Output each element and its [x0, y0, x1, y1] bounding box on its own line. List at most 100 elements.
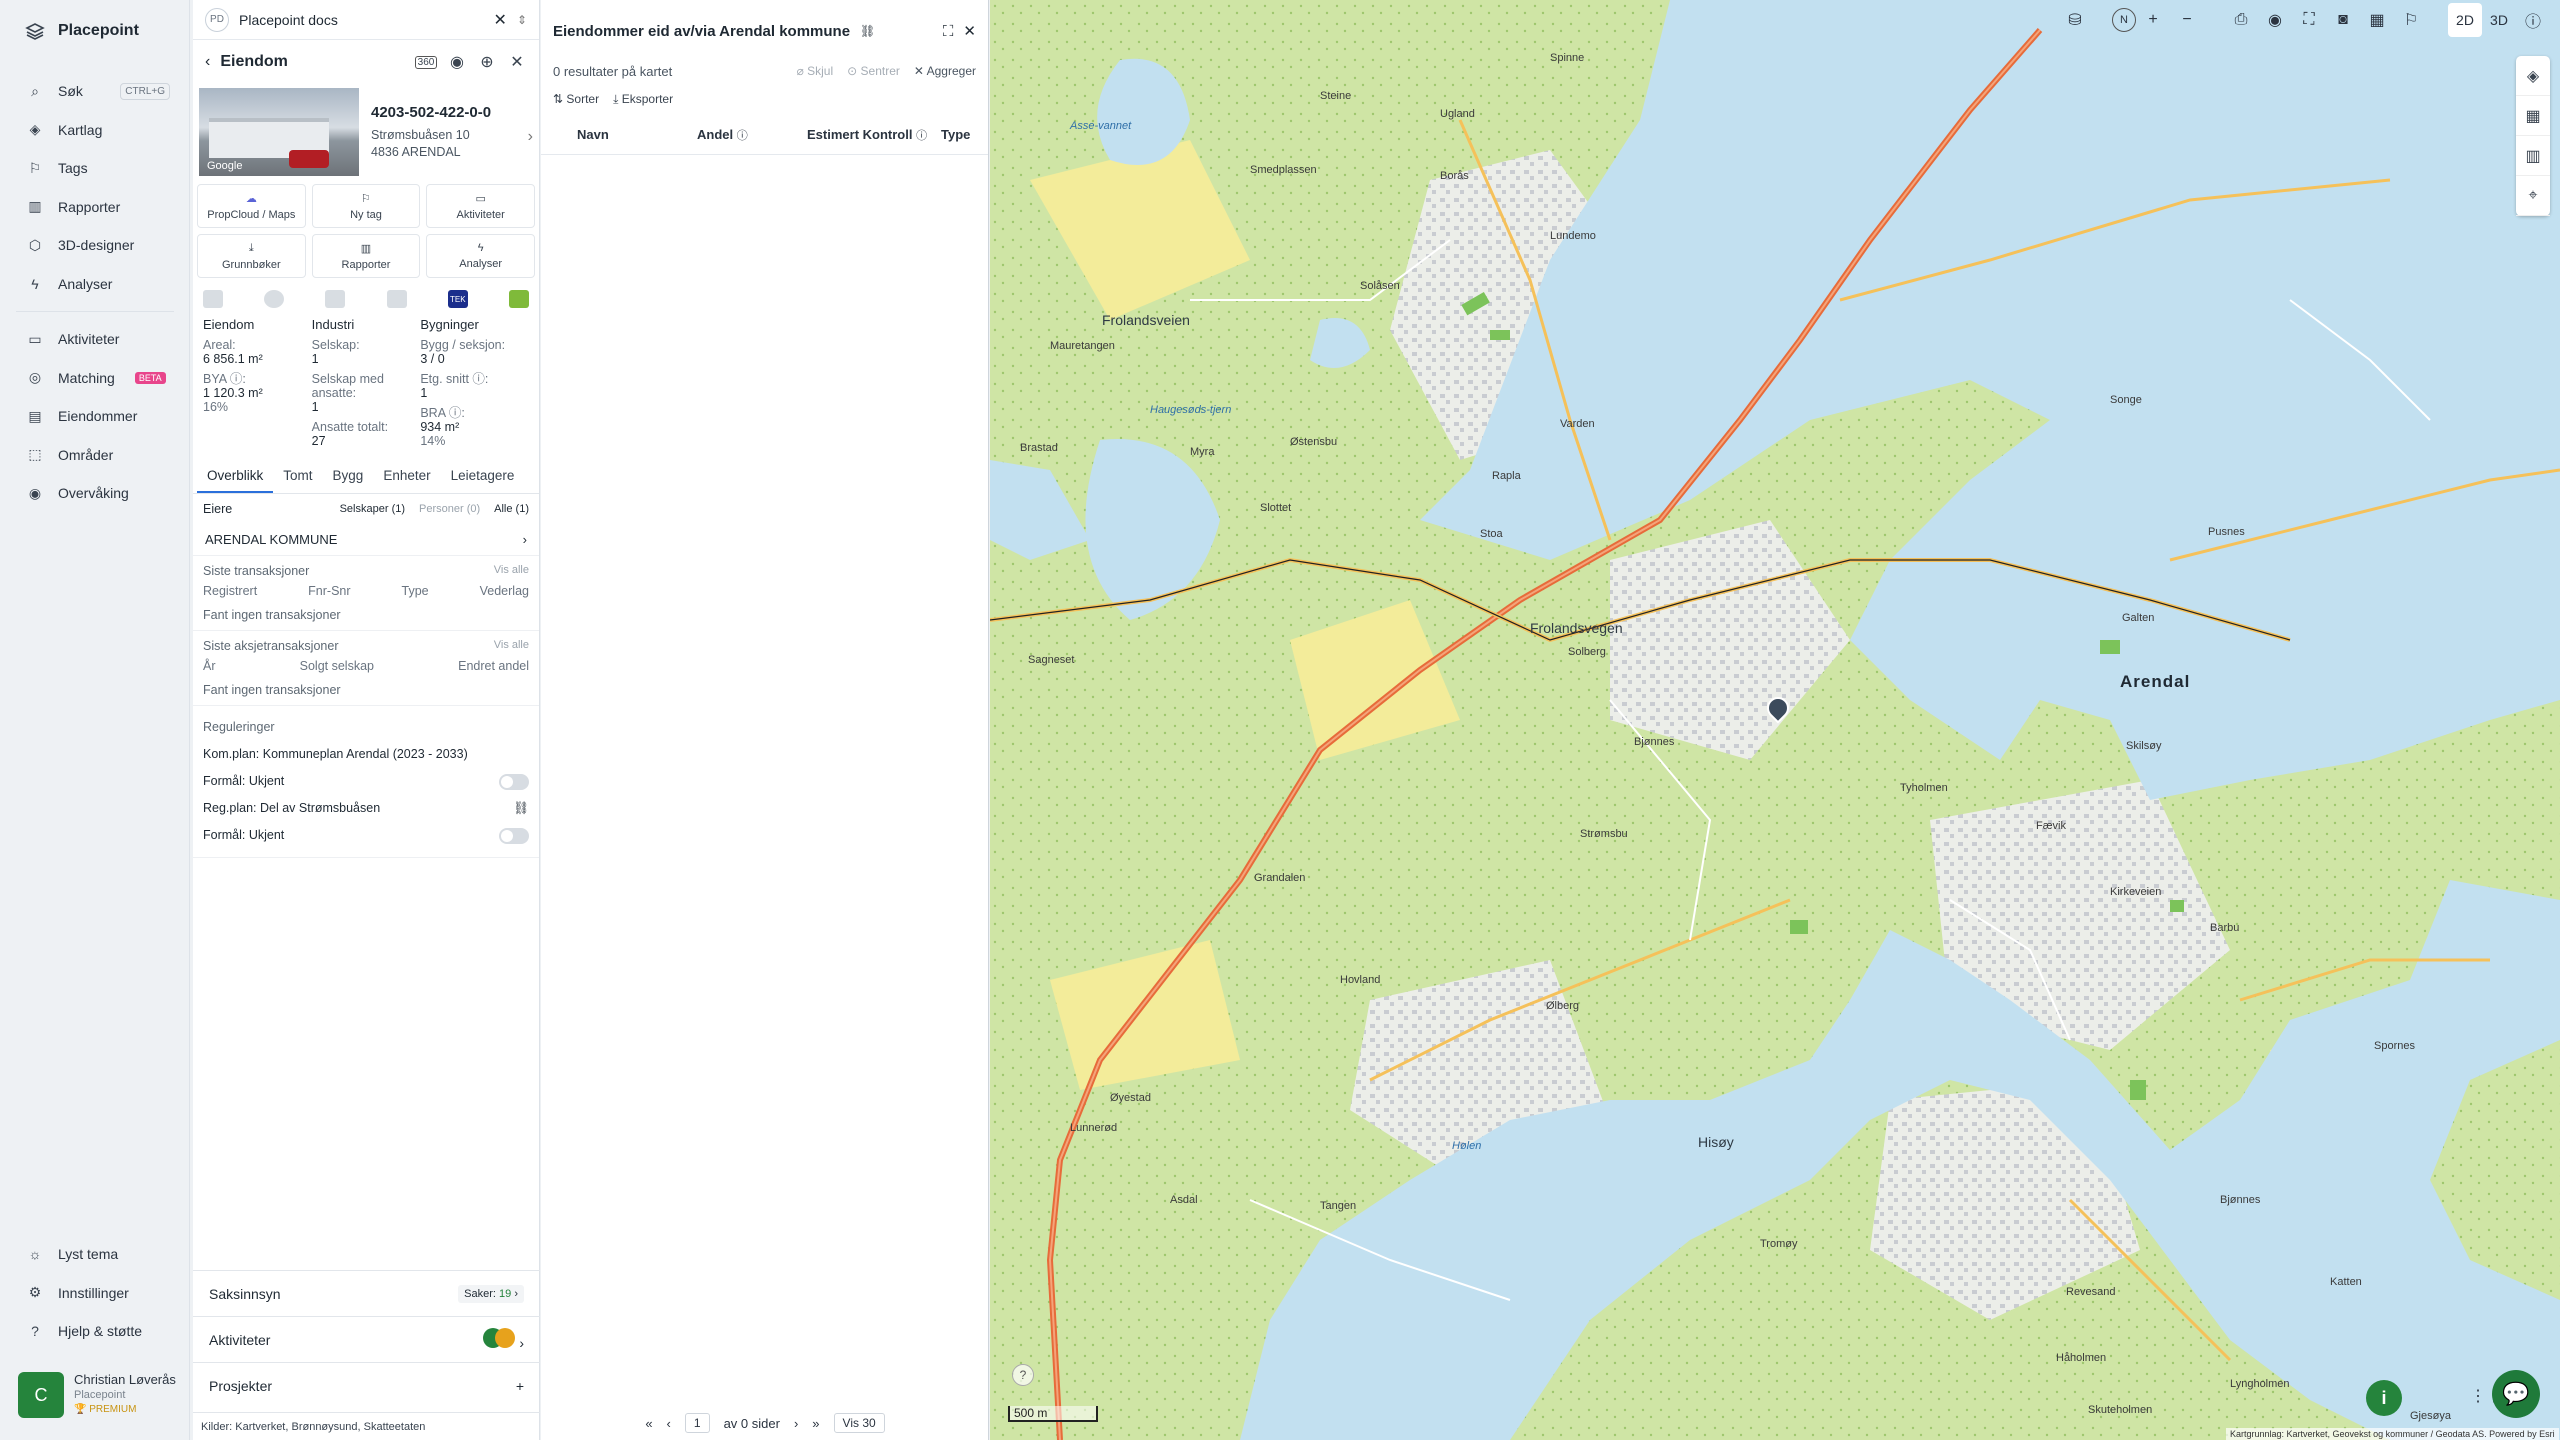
- last-page-icon[interactable]: »: [812, 1416, 819, 1431]
- bookmark-icon[interactable]: ⚐: [2394, 3, 2428, 37]
- tab-enheter[interactable]: Enheter: [373, 460, 440, 493]
- fullscreen-icon[interactable]: ⛶: [2292, 3, 2326, 37]
- activities-button[interactable]: ▭ Aktiviteter: [426, 184, 535, 228]
- filter-companies[interactable]: Selskaper (1): [340, 503, 405, 515]
- nav-item-rapporter[interactable]: ▥ Rapporter: [0, 188, 190, 227]
- mode-2d-button[interactable]: 2D: [2448, 3, 2482, 37]
- road-icon[interactable]: ▦: [2516, 96, 2550, 136]
- nav-item-settings[interactable]: ⚙ Innstillinger: [0, 1274, 190, 1313]
- link-icon[interactable]: ⛓: [860, 24, 875, 38]
- col-type[interactable]: Type: [933, 127, 970, 142]
- col-estimert-kontroll[interactable]: Estimert Kontroll ⓘ: [793, 127, 933, 143]
- view-all-link[interactable]: Vis alle: [494, 639, 529, 653]
- page-count: av 0 sider: [723, 1415, 780, 1431]
- page-input[interactable]: 1: [684, 1413, 710, 1433]
- nav-item-eiendommer[interactable]: ▤ Eiendommer: [0, 397, 190, 436]
- tier-label: PREMIUM: [89, 1404, 137, 1415]
- reports-button[interactable]: ▥ Rapporter: [311, 234, 421, 278]
- eye-icon[interactable]: ◉: [2258, 3, 2292, 37]
- prosjekter-section[interactable]: Prosjekter +: [193, 1362, 540, 1408]
- center-button[interactable]: ⊙ Sentrer: [847, 64, 900, 78]
- add-icon[interactable]: +: [516, 1378, 524, 1394]
- nav-item-matching[interactable]: ◎ Matching BETA: [0, 359, 190, 398]
- map-help-icon[interactable]: ?: [1012, 1364, 1034, 1386]
- chevron-updown-icon[interactable]: ⇕: [517, 13, 527, 27]
- nav-item-search[interactable]: ⌕ Søk CTRL+G: [0, 72, 190, 111]
- nav-item-3d-designer[interactable]: ⬡ 3D-designer: [0, 226, 190, 265]
- measure-icon[interactable]: ⌖: [2516, 176, 2550, 216]
- nav-item-omrader[interactable]: ⬚ Områder: [0, 436, 190, 475]
- chevron-right-icon[interactable]: ›: [528, 128, 533, 146]
- grid-icon[interactable]: ▦: [2360, 3, 2394, 37]
- tab-tomt[interactable]: Tomt: [273, 460, 322, 493]
- owner-row[interactable]: ARENDAL KOMMUNE ›: [193, 524, 539, 556]
- tab-overblikk[interactable]: Overblikk: [197, 460, 274, 493]
- new-tag-button[interactable]: ⚐ Ny tag: [311, 184, 421, 228]
- user-profile[interactable]: C Christian Løverås Placepoint 🏆 PREMIUM: [18, 1372, 176, 1418]
- first-page-icon[interactable]: «: [645, 1416, 652, 1431]
- energy-icon[interactable]: [508, 290, 529, 308]
- mode-3d-button[interactable]: 3D: [2482, 3, 2516, 37]
- info-button[interactable]: i: [2366, 1380, 2402, 1416]
- close-icon[interactable]: ✕: [963, 22, 976, 40]
- nav-item-tags[interactable]: ⚐ Tags: [0, 149, 190, 188]
- next-page-icon[interactable]: ›: [794, 1416, 798, 1431]
- print-icon[interactable]: ⎙: [2224, 3, 2258, 37]
- source-icon[interactable]: [264, 290, 285, 308]
- nav-item-theme[interactable]: ☼ Lyst tema: [0, 1235, 190, 1274]
- zoom-out-icon[interactable]: −: [2170, 3, 2204, 37]
- chart-icon[interactable]: ▥: [2516, 136, 2550, 176]
- hide-button[interactable]: ⌀ Skjul: [797, 64, 834, 78]
- add-icon[interactable]: ⊕: [477, 52, 497, 72]
- filter-all[interactable]: Alle (1): [494, 503, 529, 515]
- view-all-link[interactable]: Vis alle: [494, 564, 529, 578]
- formal-toggle[interactable]: [499, 773, 529, 790]
- property-card[interactable]: Google 4203-502-422-0-0 Strømsbuåsen 10 4…: [193, 84, 539, 176]
- nav-item-help[interactable]: ? Hjelp & støtte: [0, 1312, 190, 1351]
- aggregate-button[interactable]: ✕ Aggreger: [914, 64, 976, 78]
- 360-icon[interactable]: 360: [415, 55, 437, 69]
- export-button[interactable]: ⤓ Eksporter: [613, 92, 673, 107]
- col-andel[interactable]: Andel ⓘ: [673, 127, 793, 143]
- aktiviteter-section[interactable]: Aktiviteter ›: [193, 1316, 540, 1362]
- formal-toggle[interactable]: [499, 827, 529, 844]
- camera-icon[interactable]: ◙: [2326, 3, 2360, 37]
- north-icon[interactable]: N: [2112, 8, 2136, 32]
- nav-item-overvaking[interactable]: ◉ Overvåking: [0, 474, 190, 513]
- tek-icon[interactable]: TEK: [447, 290, 468, 308]
- nav-item-aktiviteter[interactable]: ▭ Aktiviteter: [0, 320, 190, 359]
- map-side-controls: ◈ ▦ ▥ ⌖: [2516, 56, 2550, 216]
- close-icon[interactable]: ✕: [507, 52, 527, 72]
- prev-page-icon[interactable]: ‹: [667, 1416, 671, 1431]
- grunnboker-button[interactable]: ⤓ Grunnbøker: [197, 234, 306, 278]
- back-icon[interactable]: ‹: [205, 53, 210, 71]
- info-icon[interactable]: ⓘ: [2516, 3, 2550, 37]
- tab-leietagere[interactable]: Leietagere: [441, 460, 525, 493]
- docs-tab-title[interactable]: Placepoint docs: [239, 12, 338, 28]
- analyses-button[interactable]: ϟ Analyser: [426, 234, 535, 278]
- source-icon[interactable]: [203, 290, 223, 308]
- filter-icon[interactable]: ⛁: [2058, 3, 2092, 37]
- zoom-in-icon[interactable]: +: [2136, 3, 2170, 37]
- close-icon[interactable]: ✕: [494, 10, 507, 30]
- stat-value: 1 120.3 m²: [203, 386, 263, 400]
- col-navn[interactable]: Navn: [553, 127, 673, 142]
- eye-icon[interactable]: ◉: [447, 52, 467, 72]
- filter-persons[interactable]: Personer (0): [419, 503, 480, 515]
- saksinnsyn-section[interactable]: Saksinnsyn Saker: 19 ›: [193, 1270, 540, 1316]
- tab-bygg[interactable]: Bygg: [323, 460, 374, 493]
- source-icon[interactable]: [386, 290, 407, 308]
- sort-button[interactable]: ⇅ Sorter: [553, 92, 599, 107]
- map-canvas[interactable]: Arendal Hisøy Spinne Steine Asse-vannet …: [990, 0, 2560, 1440]
- link-icon[interactable]: ⛓: [513, 795, 529, 822]
- source-icon[interactable]: [325, 290, 346, 308]
- expand-icon[interactable]: ⛶: [943, 23, 954, 40]
- layers-icon[interactable]: ◈: [2516, 56, 2550, 96]
- nav-item-analyser[interactable]: ϟ Analyser: [0, 265, 190, 304]
- brand[interactable]: Placepoint: [24, 20, 139, 42]
- per-page-select[interactable]: Vis 30: [833, 1413, 885, 1433]
- propcloud-button[interactable]: ☁ PropCloud / Maps: [197, 184, 306, 228]
- chat-button[interactable]: 💬: [2492, 1370, 2540, 1418]
- nav-item-kartlag[interactable]: ◈ Kartlag: [0, 111, 190, 150]
- street-view-photo[interactable]: Google: [199, 88, 359, 176]
